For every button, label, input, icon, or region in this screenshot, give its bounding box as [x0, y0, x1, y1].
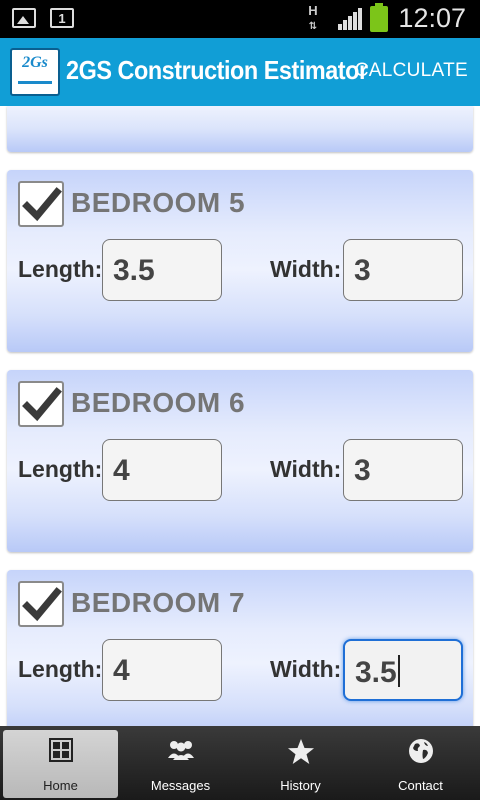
width-label: Width: [270, 456, 342, 482]
length-label: Length: [18, 256, 103, 282]
room-title: BEDROOM 5 [71, 187, 246, 218]
app-title: 2GS Construction Estimator [66, 55, 368, 85]
nav-label: Contact [398, 778, 443, 793]
globe-icon [363, 738, 478, 768]
grid-icon [3, 738, 118, 768]
network-type: H ⇅ [308, 3, 318, 33]
room-checkbox[interactable] [18, 381, 64, 427]
nav-label: Messages [150, 778, 211, 793]
width-input[interactable]: 3.5 [343, 639, 463, 701]
width-input[interactable]: 3 [343, 439, 463, 501]
checkmark-icon [22, 187, 62, 222]
room-card-partial [7, 106, 473, 152]
clock: 12:07 [398, 3, 466, 33]
action-bar: 2Gs 2GS Construction Estimator CALCULATE [0, 38, 480, 106]
length-input[interactable]: 4 [102, 439, 222, 501]
length-label: Length: [18, 456, 103, 482]
length-input[interactable]: 3.5 [102, 239, 222, 301]
width-label: Width: [270, 256, 342, 282]
text-caret [397, 655, 400, 687]
room-title: BEDROOM 6 [71, 387, 246, 418]
width-input[interactable]: 3 [343, 239, 463, 301]
room-checkbox[interactable] [18, 581, 64, 627]
room-card: BEDROOM 5 Length: 3.5 Width: 3 [7, 170, 473, 352]
signal-icon [338, 8, 362, 30]
room-checkbox[interactable] [18, 181, 64, 227]
status-bar: 1 H ⇅ 12:07 [0, 0, 480, 38]
nav-messages[interactable]: Messages [123, 730, 238, 798]
room-title: BEDROOM 7 [71, 587, 246, 618]
notification-badge: 1 [58, 11, 66, 26]
bottom-nav: Home Messages History Contact [0, 726, 480, 800]
calendar-notification-icon: 1 [50, 8, 74, 28]
room-list[interactable]: BEDROOM 5 Length: 3.5 Width: 3 BEDROOM 6… [0, 106, 480, 726]
length-input[interactable]: 4 [102, 639, 222, 701]
gallery-notification-icon [12, 8, 36, 28]
battery-icon [370, 3, 388, 32]
nav-contact[interactable]: Contact [363, 730, 478, 798]
room-card: BEDROOM 6 Length: 4 Width: 3 [7, 370, 473, 552]
room-card: BEDROOM 7 Length: 4 Width: 3.5 [7, 570, 473, 726]
checkmark-icon [22, 387, 62, 422]
checkmark-icon [22, 587, 62, 622]
length-label: Length: [18, 656, 103, 682]
width-label: Width: [270, 656, 342, 682]
logo-text: 2Gs [22, 54, 48, 71]
app-logo[interactable]: 2Gs [10, 48, 60, 96]
nav-label: History [280, 778, 321, 793]
nav-history[interactable]: History [243, 730, 358, 798]
star-icon [243, 738, 358, 768]
nav-label: Home [43, 778, 78, 793]
logo-decoration [18, 81, 52, 84]
people-icon [123, 738, 238, 768]
calculate-button[interactable]: CALCULATE [355, 60, 468, 82]
nav-home[interactable]: Home [3, 730, 118, 798]
